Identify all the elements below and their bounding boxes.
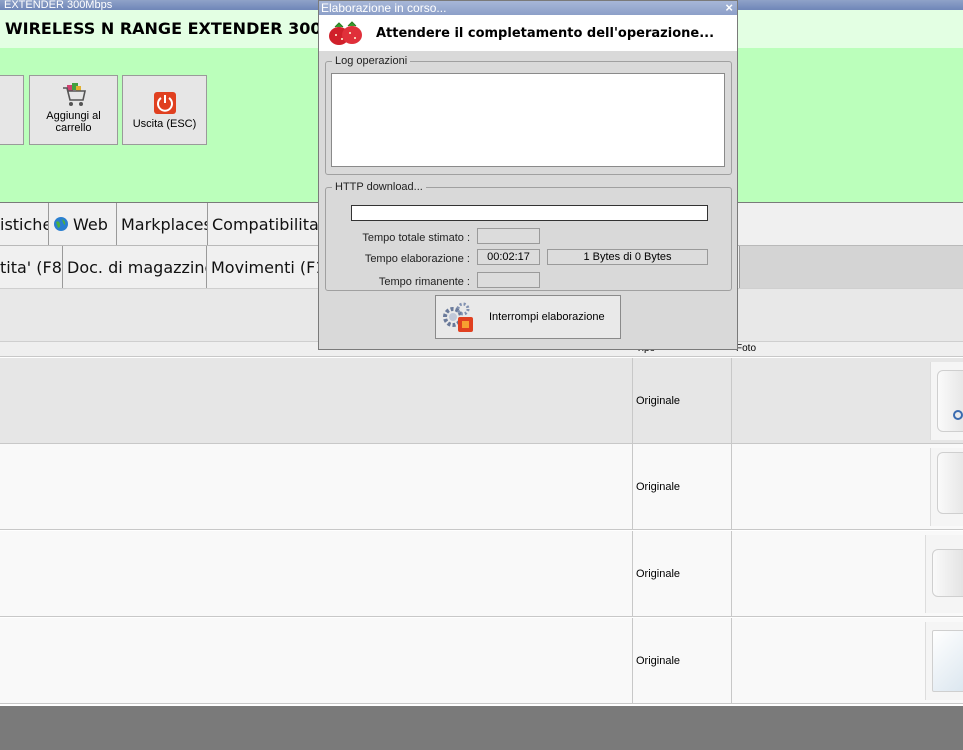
product-photo: [925, 622, 963, 700]
gears-stop-icon: [443, 302, 473, 332]
value-elapsed: 00:02:17: [477, 249, 540, 265]
tab-quantita[interactable]: tita' (F8): [0, 246, 63, 288]
table-row[interactable]: Originale: [0, 444, 963, 530]
stop-processing-button[interactable]: Interrompi elaborazione: [435, 295, 621, 339]
power-icon: [153, 92, 176, 114]
dialog-message-area: Attendere il completamento dell'operazio…: [319, 15, 737, 51]
tab-label: Doc. di magazzino: [67, 257, 207, 277]
hidden-toolbar-button[interactable]: [0, 75, 24, 145]
cell-tipo: Originale: [632, 531, 732, 616]
value-remaining: [477, 272, 540, 288]
tab-label: istiche: [0, 214, 49, 234]
strawberry-icon: [329, 21, 362, 45]
dialog-title-bar: Elaborazione in corso... ×: [319, 1, 737, 15]
add-to-cart-label: Aggiungi al carrello: [46, 110, 101, 134]
http-download-group: HTTP download... Tempo totale stimato : …: [325, 181, 732, 291]
close-icon[interactable]: ×: [725, 1, 733, 15]
label-total-estimated: Tempo totale stimato :: [362, 232, 470, 244]
tab-label: Compatibilita': [212, 214, 320, 234]
progress-dialog: Elaborazione in corso... × Attendere il …: [318, 0, 738, 350]
globe-icon: [54, 217, 68, 231]
http-legend: HTTP download...: [335, 181, 423, 193]
add-to-cart-button[interactable]: Aggiungi al carrello: [29, 75, 118, 145]
tab-label: Movimenti (F10: [211, 257, 319, 277]
exit-label: Uscita (ESC): [132, 118, 197, 130]
tab-label: tita' (F8): [0, 257, 63, 277]
table-row[interactable]: Originale: [0, 618, 963, 704]
cart-icon: [62, 83, 86, 106]
tab-label: Web: [73, 214, 108, 234]
tab-compatibilita[interactable]: Compatibilita': [208, 203, 320, 245]
value-bytes: 1 Bytes di 0 Bytes: [547, 249, 708, 265]
log-legend: Log operazioni: [335, 55, 408, 67]
exit-button[interactable]: Uscita (ESC): [122, 75, 207, 145]
tab-statistiche[interactable]: istiche: [0, 203, 49, 245]
stop-processing-label: Interrompi elaborazione: [489, 311, 605, 323]
product-photo: [930, 448, 963, 526]
cell-tipo: Originale: [632, 618, 732, 703]
tab-web[interactable]: Web: [49, 203, 117, 245]
header-foto[interactable]: Foto: [736, 343, 756, 354]
value-total-estimated: [477, 228, 540, 244]
cell-tipo: Originale: [632, 444, 732, 529]
dialog-message: Attendere il completamento dell'operazio…: [376, 26, 715, 41]
log-textarea[interactable]: [331, 73, 725, 167]
tab-doc-magazzino[interactable]: Doc. di magazzino: [63, 246, 207, 288]
tab-markplaces[interactable]: Markplaces: [117, 203, 208, 245]
window-title: EXTENDER 300Mbps: [4, 0, 113, 10]
download-progress-bar: [351, 205, 708, 221]
product-grid: Tipo Foto Originale Originale Originale …: [0, 342, 963, 706]
log-group: Log operazioni: [325, 55, 732, 175]
product-photo: [930, 362, 963, 440]
label-remaining: Tempo rimanente :: [378, 276, 470, 288]
label-elapsed: Tempo elaborazione :: [364, 253, 470, 265]
table-row[interactable]: Originale: [0, 358, 963, 444]
tab-movimenti[interactable]: Movimenti (F10: [207, 246, 320, 288]
dialog-title: Elaborazione in corso...: [321, 1, 447, 15]
tab-label: Markplaces: [121, 214, 208, 234]
cell-tipo: Originale: [632, 358, 732, 443]
table-row[interactable]: Originale: [0, 531, 963, 617]
product-photo: [925, 535, 963, 613]
